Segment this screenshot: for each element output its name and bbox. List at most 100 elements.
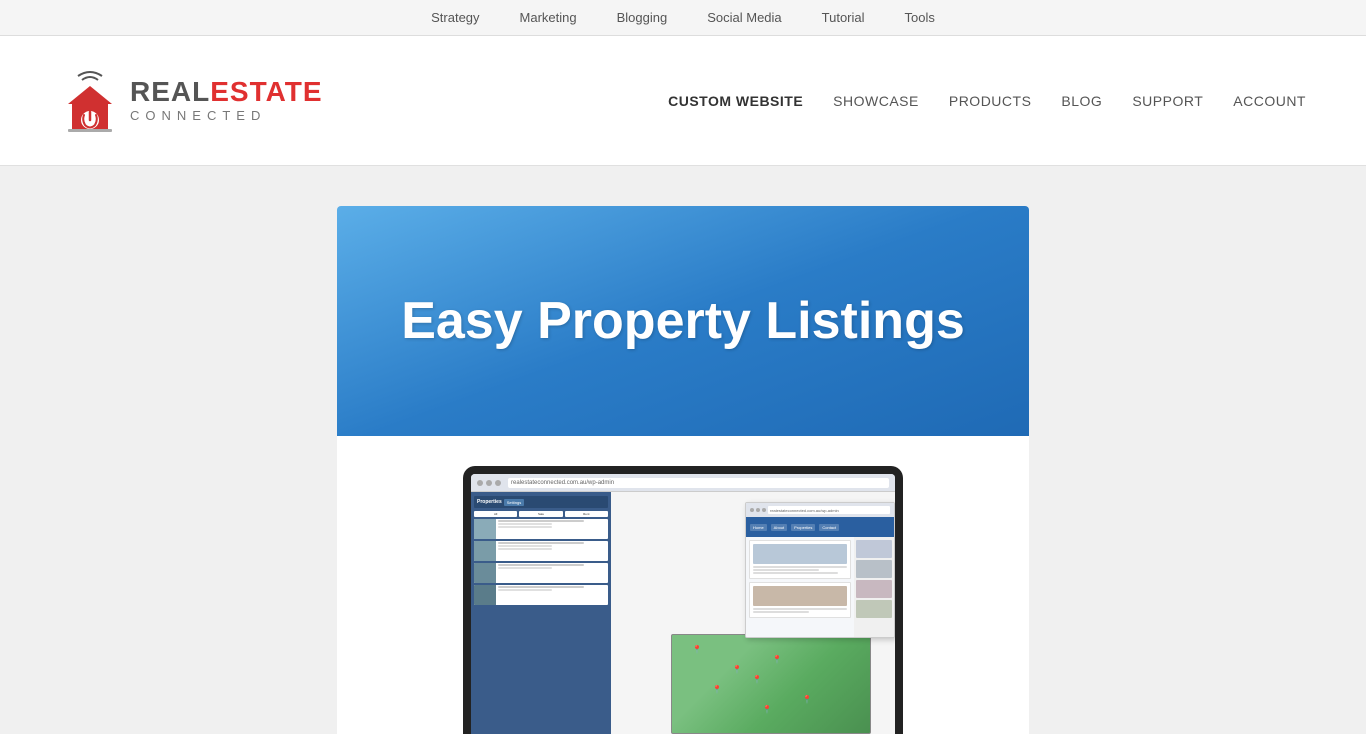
listing-info-1 xyxy=(496,519,608,539)
float-url: realestateconnected.com.au/wp-admin xyxy=(768,506,890,514)
logo-icon xyxy=(60,68,120,133)
filter-all: All xyxy=(474,511,517,517)
float-article-2 xyxy=(749,582,851,618)
listing-line-3 xyxy=(498,564,584,566)
listing-line-short-4 xyxy=(498,589,552,591)
top-bar-item-blogging[interactable]: Blogging xyxy=(617,10,668,25)
float-sidebar-thumb-1 xyxy=(856,540,892,558)
main-nav: CUSTOM WEBSITE SHOWCASE PRODUCTS BLOG SUPPOR… xyxy=(668,93,1306,109)
map-pin-1: 📍 xyxy=(692,645,702,654)
top-utility-bar: Strategy Marketing Blogging Social Media Tut… xyxy=(0,0,1366,36)
listing-line xyxy=(498,520,584,522)
map-pin-6: 📍 xyxy=(752,675,762,684)
app-panels: Properties Settings All Sale Rent xyxy=(471,492,895,734)
laptop-mockup: realestateconnected.com.au/wp-admin Prop… xyxy=(463,466,903,734)
top-bar-item-tools[interactable]: Tools xyxy=(905,10,935,25)
top-bar-item-social-media[interactable]: Social Media xyxy=(707,10,781,25)
panel-tab: Settings xyxy=(504,499,524,506)
listing-line-short-2b xyxy=(498,548,552,550)
listing-info-3 xyxy=(496,563,608,583)
float-sidebar xyxy=(854,537,894,637)
listing-line-4 xyxy=(498,586,584,588)
map-pin-4: 📍 xyxy=(772,655,782,664)
float-sidebar-thumb-4 xyxy=(856,600,892,618)
float-sidebar-thumb-3 xyxy=(856,580,892,598)
float-dot-3 xyxy=(762,508,766,512)
top-bar-item-marketing[interactable]: Marketing xyxy=(520,10,577,25)
float-article-line-3 xyxy=(753,572,838,574)
listing-row-2 xyxy=(474,541,608,561)
listing-line-2 xyxy=(498,542,584,544)
browser-dot-3 xyxy=(495,480,501,486)
listing-row-4 xyxy=(474,585,608,605)
hero-section: Easy Property Listings xyxy=(0,166,1366,436)
browser-dot-1 xyxy=(477,480,483,486)
browser-bar: realestateconnected.com.au/wp-admin xyxy=(471,474,895,492)
logo-real: REALESTATE xyxy=(130,77,323,108)
float-body xyxy=(746,537,894,637)
floating-screenshot: realestateconnected.com.au/wp-admin Home… xyxy=(745,502,895,638)
listing-row-3 xyxy=(474,563,608,583)
listing-info-4 xyxy=(496,585,608,605)
map-pin-7: 📍 xyxy=(762,705,772,714)
listing-thumb-4 xyxy=(474,585,496,605)
float-nav-about: About xyxy=(771,524,787,531)
logo-area[interactable]: REALESTATE CONNECTED xyxy=(60,68,323,133)
left-admin-panel: Properties Settings All Sale Rent xyxy=(471,492,611,734)
map-overlay: 📍 📍 📍 📍 📍 📍 📍 xyxy=(671,634,871,734)
nav-item-support[interactable]: SUPPORT xyxy=(1132,93,1203,109)
laptop-outer: realestateconnected.com.au/wp-admin Prop… xyxy=(463,466,903,734)
laptop-screen: realestateconnected.com.au/wp-admin Prop… xyxy=(471,474,895,734)
float-nav-contact: Contact xyxy=(819,524,839,531)
listing-info-2 xyxy=(496,541,608,561)
nav-item-showcase[interactable]: SHOWCASE xyxy=(833,93,919,109)
float-nav: Home About Properties Contact xyxy=(750,524,839,531)
float-article-line-1 xyxy=(753,566,847,568)
float-dot-1 xyxy=(750,508,754,512)
listing-line-short2 xyxy=(498,526,552,528)
map-pin-3: 📍 xyxy=(712,685,722,694)
listing-thumb-3 xyxy=(474,563,496,583)
float-article-line-4 xyxy=(753,608,847,610)
float-browser-bar: realestateconnected.com.au/wp-admin xyxy=(746,503,894,517)
listing-line-short-2 xyxy=(498,545,552,547)
float-nav-bar: Home About Properties Contact xyxy=(746,517,894,537)
listing-thumb-2 xyxy=(474,541,496,561)
float-article-1 xyxy=(749,540,851,579)
listing-line-short xyxy=(498,523,552,525)
nav-item-products[interactable]: PRODUCTS xyxy=(949,93,1032,109)
top-bar-item-strategy[interactable]: Strategy xyxy=(431,10,479,25)
float-nav-prop: Properties xyxy=(791,524,815,531)
screen-content: realestateconnected.com.au/wp-admin Prop… xyxy=(471,474,895,734)
browser-url: realestateconnected.com.au/wp-admin xyxy=(508,478,889,488)
nav-item-custom-website[interactable]: CUSTOM WEBSITE xyxy=(668,93,803,109)
listing-row-1 xyxy=(474,519,608,539)
float-article-line-5 xyxy=(753,611,809,613)
hero-title: Easy Property Listings xyxy=(401,290,965,352)
float-sidebar-thumb-2 xyxy=(856,560,892,578)
browser-dot-2 xyxy=(486,480,492,486)
filter-rent: Rent xyxy=(565,511,608,517)
filter-row: All Sale Rent xyxy=(474,511,608,517)
float-article-line-2 xyxy=(753,569,819,571)
nav-item-account[interactable]: ACCOUNT xyxy=(1233,93,1306,109)
logo-connected: CONNECTED xyxy=(130,109,323,123)
site-header: REALESTATE CONNECTED CUSTOM WEBSITE SHOWC… xyxy=(0,36,1366,166)
right-panel: 📍 📍 📍 📍 📍 📍 📍 xyxy=(611,492,895,734)
listing-thumb-1 xyxy=(474,519,496,539)
panel-title: Properties xyxy=(477,499,502,505)
float-nav-home: Home xyxy=(750,524,767,531)
float-article-img-1 xyxy=(753,544,847,564)
hero-banner: Easy Property Listings xyxy=(337,206,1029,436)
logo-text: REALESTATE CONNECTED xyxy=(130,77,323,123)
content-section: realestateconnected.com.au/wp-admin Prop… xyxy=(0,436,1366,734)
content-inner: realestateconnected.com.au/wp-admin Prop… xyxy=(337,436,1029,734)
nav-item-blog[interactable]: BLOG xyxy=(1061,93,1102,109)
panel-header: Properties Settings xyxy=(474,496,608,508)
filter-sale: Sale xyxy=(519,511,562,517)
float-dot-2 xyxy=(756,508,760,512)
float-main xyxy=(746,537,854,637)
listing-line-short-3 xyxy=(498,567,552,569)
top-bar-item-tutorial[interactable]: Tutorial xyxy=(822,10,865,25)
float-article-img-2 xyxy=(753,586,847,606)
